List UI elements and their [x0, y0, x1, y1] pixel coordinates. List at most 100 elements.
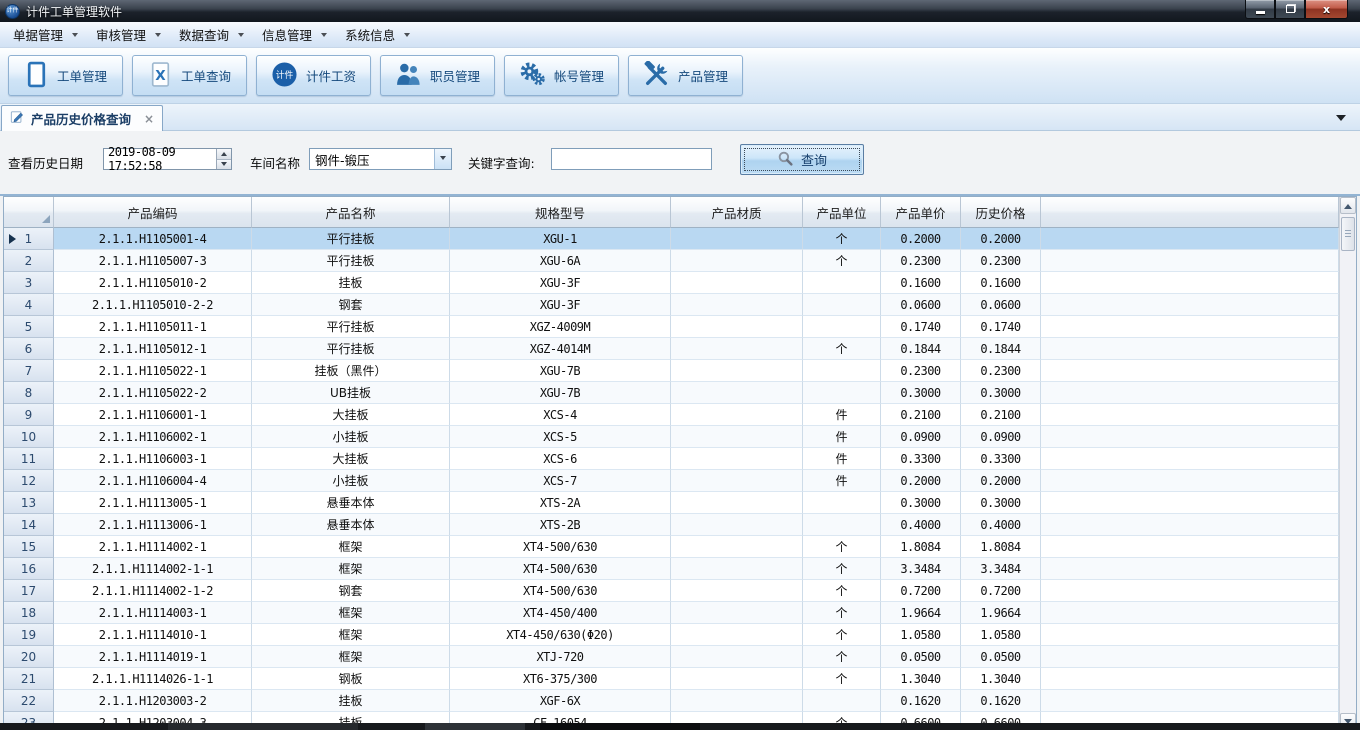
table-row-14[interactable]: 142.1.1.H1113006-1悬垂本体XTS-2B0.40000.4000: [4, 514, 1339, 536]
table-cell[interactable]: 2.1.1.H1114002-1: [54, 536, 252, 558]
toolbar-button-3[interactable]: 计件计件工资: [256, 55, 371, 96]
table-cell[interactable]: 0.2000: [961, 228, 1041, 250]
row-number-cell[interactable]: 6: [4, 338, 54, 360]
table-cell[interactable]: [671, 228, 803, 250]
table-cell[interactable]: 2.1.1.H1114019-1: [54, 646, 252, 668]
close-button[interactable]: x: [1305, 0, 1348, 19]
table-cell[interactable]: 0.2100: [881, 404, 961, 426]
column-header-3[interactable]: 规格型号: [450, 197, 671, 228]
table-cell[interactable]: 件: [803, 470, 881, 492]
table-cell[interactable]: XTS-2B: [450, 514, 671, 536]
table-cell[interactable]: 个: [803, 646, 881, 668]
table-row-21[interactable]: 212.1.1.H1114026-1-1钢板XT6-375/300个1.3040…: [4, 668, 1339, 690]
table-cell[interactable]: [671, 448, 803, 470]
table-cell[interactable]: 0.0600: [961, 294, 1041, 316]
table-cell[interactable]: 2.1.1.H1105011-1: [54, 316, 252, 338]
table-cell[interactable]: 2.1.1.H1106002-1: [54, 426, 252, 448]
table-cell[interactable]: 0.4000: [961, 514, 1041, 536]
table-cell[interactable]: XGZ-4009M: [450, 316, 671, 338]
row-number-cell[interactable]: 20: [4, 646, 54, 668]
column-header-1[interactable]: 产品编码: [54, 197, 252, 228]
table-cell[interactable]: 0.1740: [881, 316, 961, 338]
table-cell[interactable]: XGU-7B: [450, 382, 671, 404]
table-cell[interactable]: 1.3040: [961, 668, 1041, 690]
row-number-cell[interactable]: 22: [4, 690, 54, 712]
table-cell[interactable]: 钢套: [252, 294, 450, 316]
workshop-select[interactable]: 钢件-锻压: [309, 148, 452, 170]
table-cell[interactable]: 0.1740: [961, 316, 1041, 338]
search-button[interactable]: 查询: [740, 144, 864, 175]
table-cell[interactable]: 2.1.1.H1114010-1: [54, 624, 252, 646]
tab-close-icon[interactable]: ×: [144, 113, 154, 125]
table-cell[interactable]: [803, 294, 881, 316]
table-cell[interactable]: XT4-500/630: [450, 580, 671, 602]
table-row-16[interactable]: 162.1.1.H1114002-1-1框架XT4-500/630个3.3484…: [4, 558, 1339, 580]
table-cell[interactable]: [671, 404, 803, 426]
table-cell[interactable]: 个: [803, 558, 881, 580]
date-spin-up-button[interactable]: [217, 149, 231, 160]
table-cell[interactable]: 2.1.1.H1113006-1: [54, 514, 252, 536]
keyword-input[interactable]: [552, 149, 711, 169]
toolbar-button-6[interactable]: 产品管理: [628, 55, 743, 96]
row-number-cell[interactable]: 8: [4, 382, 54, 404]
table-cell[interactable]: 悬垂本体: [252, 514, 450, 536]
toolbar-button-4[interactable]: 职员管理: [380, 55, 495, 96]
table-cell[interactable]: [671, 316, 803, 338]
table-cell[interactable]: [671, 580, 803, 602]
date-spin-down-button[interactable]: [217, 160, 231, 170]
table-row-18[interactable]: 182.1.1.H1114003-1框架XT4-450/400个1.96641.…: [4, 602, 1339, 624]
table-cell[interactable]: 框架: [252, 558, 450, 580]
table-cell[interactable]: 1.3040: [881, 668, 961, 690]
select-all-corner-cell[interactable]: [4, 197, 54, 228]
menu-item-4[interactable]: 信息管理: [255, 21, 338, 48]
table-cell[interactable]: 个: [803, 580, 881, 602]
scrollbar-thumb[interactable]: [1341, 217, 1355, 251]
table-cell[interactable]: 挂板: [252, 690, 450, 712]
column-header-7[interactable]: 历史价格: [961, 197, 1041, 228]
history-date-picker[interactable]: 2019-08-09 17:52:58: [103, 148, 232, 170]
table-cell[interactable]: 0.0500: [881, 646, 961, 668]
table-cell[interactable]: XGU-3F: [450, 272, 671, 294]
table-cell[interactable]: 0.2300: [961, 250, 1041, 272]
table-cell[interactable]: 2.1.1.H1114002-1-2: [54, 580, 252, 602]
table-cell[interactable]: 悬垂本体: [252, 492, 450, 514]
table-cell[interactable]: 0.1600: [881, 272, 961, 294]
tab-product-history-price[interactable]: 产品历史价格查询 ×: [1, 105, 163, 131]
table-cell[interactable]: 2.1.1.H1105010-2: [54, 272, 252, 294]
table-cell[interactable]: 钢板: [252, 668, 450, 690]
row-number-cell[interactable]: 4: [4, 294, 54, 316]
table-cell[interactable]: 小挂板: [252, 426, 450, 448]
table-cell[interactable]: 0.3300: [961, 448, 1041, 470]
toolbar-button-5[interactable]: 帐号管理: [504, 55, 619, 96]
table-cell[interactable]: [671, 668, 803, 690]
table-cell[interactable]: 0.0900: [961, 426, 1041, 448]
table-cell[interactable]: [803, 360, 881, 382]
table-cell[interactable]: 个: [803, 624, 881, 646]
row-number-cell[interactable]: 14: [4, 514, 54, 536]
table-cell[interactable]: 0.1620: [961, 690, 1041, 712]
row-number-cell[interactable]: 21: [4, 668, 54, 690]
table-cell[interactable]: [671, 294, 803, 316]
table-cell[interactable]: 2.1.1.H1105010-2-2: [54, 294, 252, 316]
table-cell[interactable]: 件: [803, 448, 881, 470]
table-cell[interactable]: XGZ-4014M: [450, 338, 671, 360]
table-cell[interactable]: 2.1.1.H1105007-3: [54, 250, 252, 272]
row-number-cell[interactable]: 9: [4, 404, 54, 426]
table-row-1[interactable]: 12.1.1.H1105001-4平行挂板XGU-1个0.20000.2000: [4, 228, 1339, 250]
table-cell[interactable]: [671, 382, 803, 404]
table-row-15[interactable]: 152.1.1.H1114002-1框架XT4-500/630个1.80841.…: [4, 536, 1339, 558]
column-header-4[interactable]: 产品材质: [671, 197, 803, 228]
table-cell[interactable]: 2.1.1.H1114002-1-1: [54, 558, 252, 580]
table-cell[interactable]: 平行挂板: [252, 250, 450, 272]
row-number-cell[interactable]: 13: [4, 492, 54, 514]
table-cell[interactable]: XGF-6X: [450, 690, 671, 712]
table-cell[interactable]: 钢套: [252, 580, 450, 602]
table-cell[interactable]: 0.1844: [961, 338, 1041, 360]
column-header-5[interactable]: 产品单位: [803, 197, 881, 228]
table-row-22[interactable]: 222.1.1.H1203003-2挂板XGF-6X0.16200.1620: [4, 690, 1339, 712]
table-cell[interactable]: 个: [803, 536, 881, 558]
menu-item-2[interactable]: 审核管理: [89, 21, 172, 48]
table-row-11[interactable]: 112.1.1.H1106003-1大挂板XCS-6件0.33000.3300: [4, 448, 1339, 470]
table-cell[interactable]: [803, 492, 881, 514]
scrollbar-up-button[interactable]: [1340, 197, 1356, 214]
